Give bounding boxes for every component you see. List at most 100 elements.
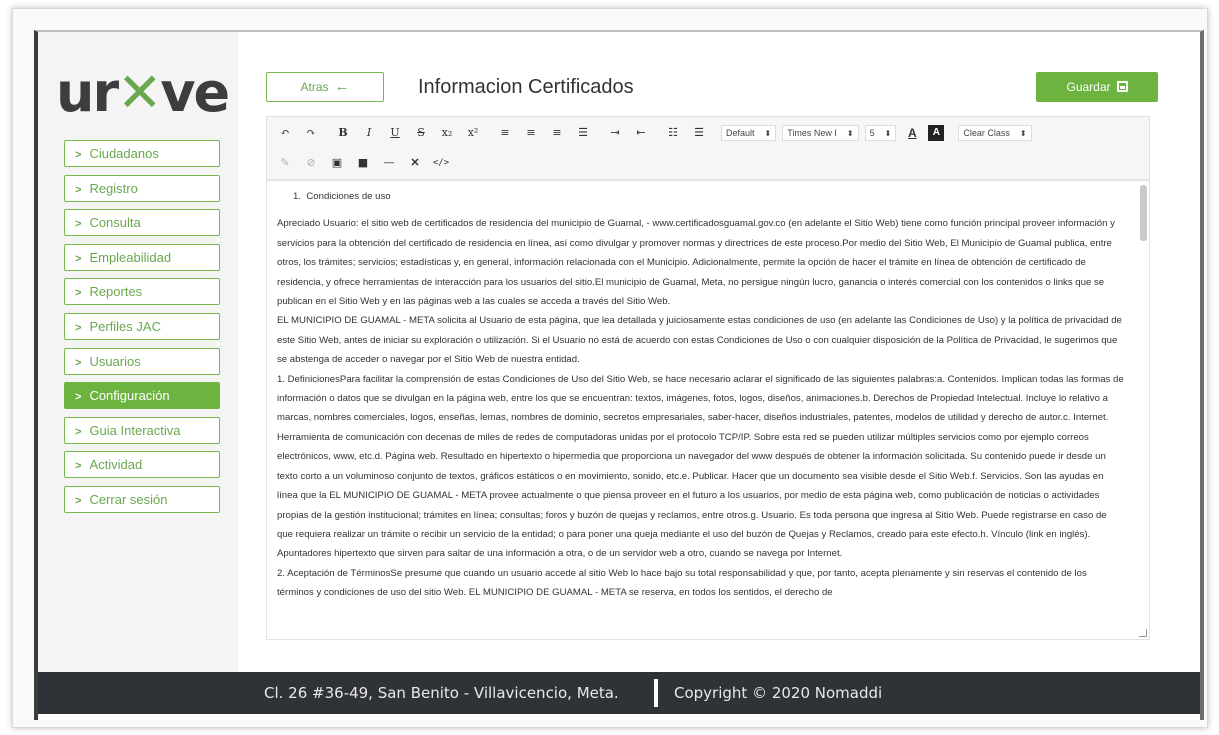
editor-paragraph: 2. Aceptación de TérminosSe presume que … [277,567,1087,599]
sidebar-item-cerrar-sesion[interactable]: > Cerrar sesión [64,485,220,513]
horizontal-rule-icon[interactable]: — [379,153,399,173]
subscript-icon[interactable]: x₂ [437,123,457,143]
italic-icon[interactable]: I [359,123,379,143]
font-size-select[interactable]: 5 ⬍ [864,125,897,141]
footer-address: Cl. 26 #36-49, San Benito - Villavicenci… [264,684,619,702]
align-center-icon[interactable]: ≡ [521,123,541,143]
list-number: 1. [293,191,302,202]
background-color-icon[interactable]: A [928,125,945,141]
sidebar-item-consulta[interactable]: > Consulta [64,209,220,237]
indent-icon[interactable]: ⇥ [605,123,625,143]
chevron-right-icon: > [75,218,82,231]
list-item-text: Condiciones de uso [306,191,391,202]
sidebar-item-actividad[interactable]: > Actividad [64,451,220,479]
format-select[interactable]: Default ⬍ [721,125,777,141]
format-select-value: Default [726,128,755,138]
sidebar-item-label: Cerrar sesión [89,491,168,507]
link-icon[interactable]: ✎ [275,153,295,173]
editor-paragraph: Apreciado Usuario: el sitio web de certi… [277,218,1115,308]
footer: Cl. 26 #36-49, San Benito - Villavicenci… [38,672,1200,714]
toolbar-row: ↶ ↷ B I U S x₂ x² ≡ ≡ ≡ ☰ ⇥ ⇤ ☷ ☰ Defaul… [275,121,1038,145]
video-icon[interactable]: ■ [353,153,373,173]
back-button[interactable]: Atras ← [266,72,384,102]
undo-icon[interactable]: ↶ [275,123,295,143]
bullet-list-icon[interactable]: ☷ [663,123,683,143]
save-button[interactable]: Guardar [1036,72,1158,102]
redo-icon[interactable]: ↷ [301,123,321,143]
save-button-label: Guardar [1066,80,1111,94]
footer-divider [654,679,658,707]
sidebar-item-usuarios[interactable]: > Usuarios [64,347,220,375]
rich-text-editor[interactable]: 1. Condiciones de uso Apreciado Usuario:… [266,180,1150,640]
chevron-right-icon: > [75,460,82,473]
underline-icon[interactable]: U [385,123,405,143]
sidebar-item-label: Actividad [89,457,143,473]
unlink-icon[interactable]: ⊘ [301,153,321,173]
chevron-right-icon: > [75,494,82,507]
chevron-right-icon: > [75,287,82,300]
main-content: Atras ← Informacion Certificados Guardar … [238,32,1200,672]
chevron-right-icon: > [75,391,82,404]
chevron-right-icon: > [75,425,82,438]
sidebar-item-empleabilidad[interactable]: > Empleabilidad [64,243,220,271]
sidebar-item-label: Usuarios [89,353,141,369]
floppy-disk-icon [1116,81,1128,92]
sidebar-item-label: Guia Interactiva [89,422,181,438]
sidebar-item-label: Consulta [89,215,141,231]
footer-copyright: Copyright © 2020 Nomaddi [674,684,883,702]
page-title: Informacion Certificados [418,76,634,98]
editor-toolbar: ↶ ↷ B I U S x₂ x² ≡ ≡ ≡ ☰ ⇥ ⇤ ☷ ☰ Defaul… [266,116,1150,180]
editor-content[interactable]: 1. Condiciones de uso Apreciado Usuario:… [267,181,1149,603]
sidebar-item-configuracion[interactable]: > Configuración [64,382,220,410]
align-right-icon[interactable]: ≡ [547,123,567,143]
sidebar-item-label: Ciudadanos [89,146,159,161]
sidebar-item-label: Empleabilidad [89,249,172,265]
editor-paragraph: 1. DefinicionesPara facilitar la compren… [277,373,1124,560]
sidebar-item-reportes[interactable]: > Reportes [64,278,220,306]
bold-icon[interactable]: B [333,123,353,143]
font-select[interactable]: Times New I ⬍ [782,125,859,141]
sidebar-item-label: Registro [89,180,138,196]
arrow-left-icon: ← [334,78,350,95]
image-icon[interactable]: ▣ [327,153,347,173]
numbered-list-icon[interactable]: ☰ [689,123,709,143]
chevron-right-icon: > [75,321,82,334]
font-size-select-value: 5 [869,128,875,138]
align-justify-icon[interactable]: ☰ [573,123,593,143]
sidebar-item-label: Perfiles JAC [89,318,161,334]
outdent-icon[interactable]: ⇤ [631,123,651,143]
code-view-icon[interactable]: </> [431,153,451,173]
clear-class-select-value: Clear Class [963,128,1010,138]
back-button-label: Atras [300,80,329,94]
clear-class-select[interactable]: Clear Class ⬍ [958,125,1032,141]
chevron-right-icon: > [75,252,82,265]
sidebar-item-label: Configuración [89,388,170,404]
sidebar-item-perfiles-jac[interactable]: > Perfiles JAC [64,312,220,340]
chevron-right-icon: > [75,183,82,196]
list-item: 1. Condiciones de uso [277,187,1125,206]
sidebar-item-ciudadanos[interactable]: > Ciudadanos [64,140,220,167]
strikethrough-icon[interactable]: S [411,123,431,143]
select-caret-icon: ⬍ [1019,129,1027,138]
sidebar: ur✕ve > Ciudadanos > Registro > Consulta > E… [38,32,238,672]
chevron-right-icon: > [75,356,82,369]
editor-scrollbar[interactable] [1140,185,1147,241]
superscript-icon[interactable]: x² [463,123,483,143]
select-caret-icon: ⬍ [764,129,772,138]
font-select-value: Times New I [787,128,837,138]
chevron-right-icon: > [75,149,82,161]
editor-paragraph: EL MUNICIPIO DE GUAMAL - META solicita a… [277,315,1122,366]
resize-handle-icon[interactable] [1139,629,1147,637]
text-color-icon[interactable]: A [902,123,922,143]
sidebar-item-label: Reportes [89,284,143,300]
align-left-icon[interactable]: ≡ [495,123,515,143]
urve-logo: ur✕ve [56,61,230,124]
logo-mark-icon: ✕ [117,61,162,124]
select-caret-icon: ⬍ [884,129,892,138]
sidebar-item-registro[interactable]: > Registro [64,174,220,202]
app-window: ur✕ve > Ciudadanos > Registro > Consulta > E… [34,30,1204,720]
remove-format-icon[interactable]: ✕ [405,153,425,173]
select-caret-icon: ⬍ [846,129,854,138]
sidebar-item-guia-interactiva[interactable]: > Guia Interactiva [64,416,220,444]
sidebar-nav: > Ciudadanos > Registro > Consulta > Empleab… [64,140,220,521]
